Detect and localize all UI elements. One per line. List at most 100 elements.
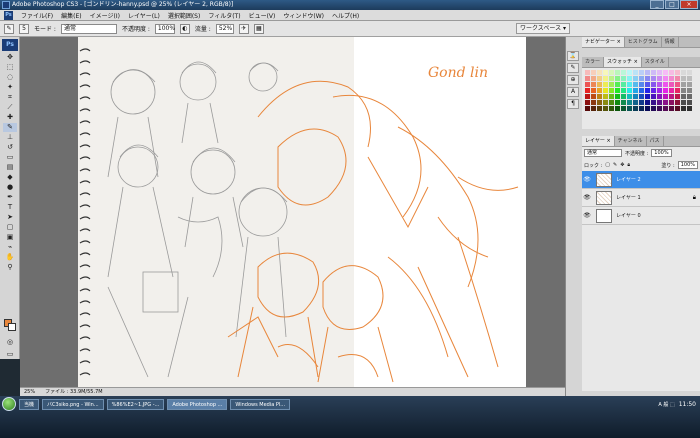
menu-view[interactable]: ビュー(V) <box>249 11 276 20</box>
swatch-color[interactable] <box>645 76 650 81</box>
menu-help[interactable]: ヘルプ(H) <box>332 11 359 20</box>
swatch-color[interactable] <box>615 76 620 81</box>
zoom-tool-icon[interactable]: ⚲ <box>3 263 17 272</box>
gradient-tool-icon[interactable]: ▤ <box>3 163 17 172</box>
menu-file[interactable]: ファイル(F) <box>21 11 53 20</box>
swatch-color[interactable] <box>639 70 644 75</box>
swatch-color[interactable] <box>615 106 620 111</box>
tab-navigator[interactable]: ナビゲーター × <box>582 37 625 47</box>
swatch-color[interactable] <box>591 82 596 87</box>
clone-source-panel-icon[interactable]: ⊕ <box>567 75 579 85</box>
swatch-color[interactable] <box>597 76 602 81</box>
swatch-color[interactable] <box>681 94 686 99</box>
swatch-color[interactable] <box>591 100 596 105</box>
swatch-color[interactable] <box>633 100 638 105</box>
swatch-color[interactable] <box>615 82 620 87</box>
lock-transparent-icon[interactable]: ▢ <box>605 162 610 168</box>
maximize-button[interactable]: □ <box>665 0 679 9</box>
clock[interactable]: 11:50 <box>679 401 696 408</box>
swatch-color[interactable] <box>603 88 608 93</box>
flow-field[interactable]: 52% <box>215 23 234 34</box>
swatch-color[interactable] <box>603 94 608 99</box>
swatch-color[interactable] <box>645 82 650 87</box>
swatch-color[interactable] <box>669 100 674 105</box>
swatch-color[interactable] <box>621 88 626 93</box>
workspace-button[interactable]: ワークスペース ▾ <box>515 23 570 34</box>
minimize-button[interactable]: _ <box>650 0 664 9</box>
swatch-color[interactable] <box>633 70 638 75</box>
swatch-color[interactable] <box>681 82 686 87</box>
character-panel-icon[interactable]: A <box>567 87 579 97</box>
lock-all-icon[interactable]: 🔒︎ <box>627 162 630 168</box>
swatch-color[interactable] <box>591 76 596 81</box>
swatch-color[interactable] <box>663 70 668 75</box>
swatch-color[interactable] <box>603 70 608 75</box>
start-button[interactable] <box>2 397 16 411</box>
crop-tool-icon[interactable]: ⌗ <box>3 93 17 102</box>
swatch-color[interactable] <box>609 100 614 105</box>
swatch-color[interactable] <box>645 94 650 99</box>
swatch-color[interactable] <box>615 100 620 105</box>
tab-color[interactable]: カラー <box>582 57 605 67</box>
swatch-color[interactable] <box>609 94 614 99</box>
swatch-color[interactable] <box>627 82 632 87</box>
swatch-color[interactable] <box>585 76 590 81</box>
tab-paths[interactable]: パス <box>647 136 664 146</box>
swatch-color[interactable] <box>597 70 602 75</box>
lock-pixels-icon[interactable]: ✎ <box>613 162 617 168</box>
swatch-color[interactable] <box>651 70 656 75</box>
history-panel-icon[interactable]: ⌛ <box>567 51 579 61</box>
swatch-color[interactable] <box>675 106 680 111</box>
swatch-color[interactable] <box>639 82 644 87</box>
swatch-color[interactable] <box>597 82 602 87</box>
slice-tool-icon[interactable]: ⟋ <box>3 103 17 112</box>
swatch-color[interactable] <box>621 106 626 111</box>
swatch-color[interactable] <box>687 88 692 93</box>
layer-row[interactable]: 👁︎ レイヤー 2 <box>582 171 700 189</box>
swatch-color[interactable] <box>609 70 614 75</box>
swatch-color[interactable] <box>585 70 590 75</box>
taskbar-item[interactable]: Windows Media Pl... <box>230 398 291 410</box>
swatch-color[interactable] <box>615 94 620 99</box>
swatch-color[interactable] <box>591 106 596 111</box>
swatch-color[interactable] <box>645 100 650 105</box>
swatch-color[interactable] <box>603 100 608 105</box>
airbrush-icon[interactable]: ✈ <box>238 23 249 34</box>
swatch-color[interactable] <box>627 100 632 105</box>
swatch-color[interactable] <box>645 106 650 111</box>
pen-tool-icon[interactable]: ✒ <box>3 193 17 202</box>
swatch-color[interactable] <box>651 100 656 105</box>
visibility-eye-icon[interactable]: 👁︎ <box>582 212 592 219</box>
menu-image[interactable]: イメージ(I) <box>90 11 120 20</box>
background-color-swatch[interactable] <box>8 323 16 331</box>
swatch-color[interactable] <box>609 88 614 93</box>
swatch-color[interactable] <box>675 70 680 75</box>
swatch-color[interactable] <box>669 76 674 81</box>
eraser-tool-icon[interactable]: ▭ <box>3 153 17 162</box>
swatch-color[interactable] <box>675 76 680 81</box>
mode-select[interactable]: 通常 <box>60 23 117 34</box>
swatch-color[interactable] <box>591 94 596 99</box>
swatch-color[interactable] <box>669 70 674 75</box>
brush-picker[interactable]: 5 <box>19 23 29 34</box>
menu-filter[interactable]: フィルタ(T) <box>208 11 240 20</box>
document-canvas[interactable]: Gond lin <box>78 37 526 387</box>
taskbar-item[interactable]: 当機 <box>19 398 40 410</box>
canvas-area[interactable]: Gond lin <box>20 37 565 387</box>
brushes-panel-icon[interactable]: ▦ <box>253 23 264 34</box>
swatch-color[interactable] <box>585 100 590 105</box>
hand-tool-icon[interactable]: ✋ <box>3 253 17 262</box>
blend-mode-select[interactable]: 通常 <box>584 149 622 157</box>
menu-layer[interactable]: レイヤー(L) <box>128 11 160 20</box>
swatch-color[interactable] <box>615 70 620 75</box>
swatch-color[interactable] <box>681 70 686 75</box>
swatch-color[interactable] <box>687 106 692 111</box>
swatch-color[interactable] <box>621 70 626 75</box>
healing-tool-icon[interactable]: ✚ <box>3 113 17 122</box>
swatch-color[interactable] <box>675 94 680 99</box>
close-button[interactable]: × <box>680 0 698 9</box>
swatch-color[interactable] <box>627 88 632 93</box>
swatch-color[interactable] <box>597 88 602 93</box>
swatch-color[interactable] <box>663 94 668 99</box>
swatch-color[interactable] <box>597 106 602 111</box>
